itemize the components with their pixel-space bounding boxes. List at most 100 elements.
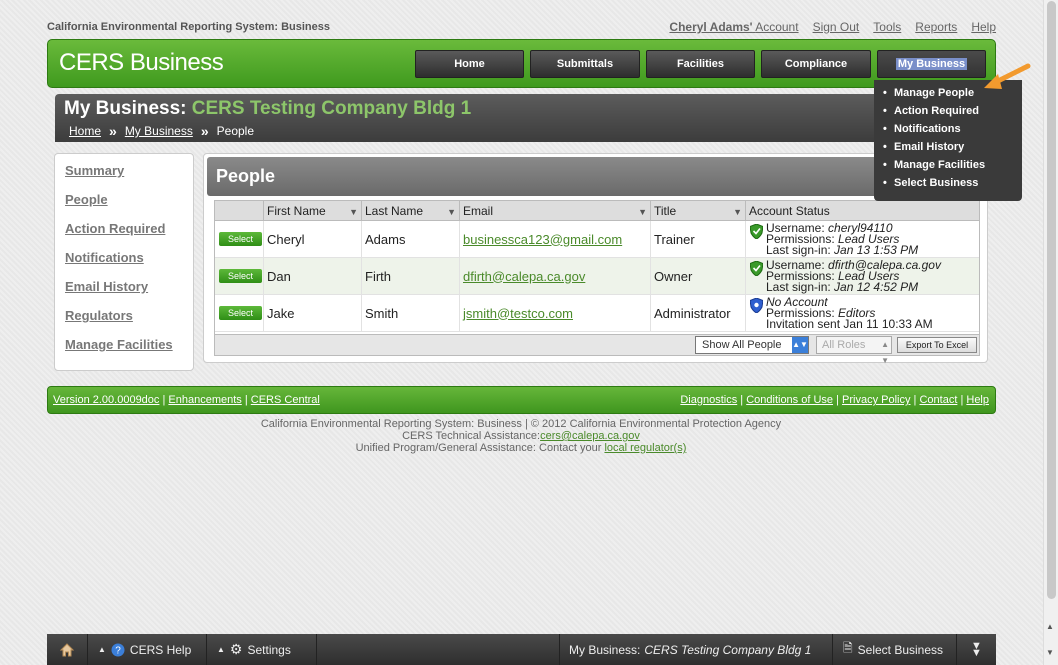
email-link[interactable]: dfirth@calepa.ca.gov bbox=[463, 269, 585, 284]
table-row: Select Jake Smith jsmith@testco.com Admi… bbox=[215, 295, 979, 332]
filter-icon[interactable]: ▼ bbox=[733, 202, 742, 222]
nav-home[interactable]: Home bbox=[415, 50, 524, 78]
select-button[interactable]: Select bbox=[219, 269, 262, 283]
sidebar-item-people[interactable]: People bbox=[65, 192, 193, 221]
cers-help-button[interactable]: ▲ ? CERS Help bbox=[88, 634, 207, 665]
status-label: Last sign-in: bbox=[766, 242, 831, 257]
status-label: Last sign-in: bbox=[766, 279, 831, 294]
nav-my-business[interactable]: My Business bbox=[877, 50, 986, 78]
nav-compliance[interactable]: Compliance bbox=[761, 50, 871, 78]
col-header-email[interactable]: Email ▼ bbox=[460, 201, 651, 220]
tech-assistance-line: CERS Technical Assistance:cers@calepa.ca… bbox=[0, 430, 1042, 442]
status-label: Invitation sent bbox=[766, 316, 841, 331]
col-header-first-name[interactable]: First Name ▼ bbox=[264, 201, 362, 220]
grid-footer: Show All People ▲▼ All Roles ▲ ▼ Export To … bbox=[215, 334, 979, 365]
tech-assistance-email-link[interactable]: cers@calepa.ca.gov bbox=[540, 430, 640, 442]
col-header-title[interactable]: Title ▼ bbox=[651, 201, 746, 220]
conditions-of-use-link[interactable]: Conditions of Use bbox=[746, 394, 833, 406]
select-cell: Select bbox=[215, 221, 264, 257]
email-link[interactable]: businessca123@gmail.com bbox=[463, 232, 622, 247]
select-business-button[interactable]: 🗎 Select Business bbox=[832, 634, 957, 665]
top-links: Cheryl Adams' Account Sign Out Tools Rep… bbox=[669, 20, 996, 34]
scroll-up-icon[interactable]: ▲ bbox=[1046, 622, 1054, 631]
email-cell: jsmith@testco.com bbox=[460, 295, 651, 331]
sign-out-link[interactable]: Sign Out bbox=[813, 20, 860, 34]
show-all-label: Show All People bbox=[702, 339, 782, 351]
shield-blue-icon bbox=[750, 298, 763, 313]
menu-action-required[interactable]: Action Required bbox=[882, 102, 1022, 120]
current-business-display: My Business: CERS Testing Company Bldg 1 bbox=[559, 634, 820, 665]
my-business-dropdown: Manage People Action Required Notificati… bbox=[874, 80, 1022, 201]
select-button[interactable]: Select bbox=[219, 232, 262, 246]
scroll-thumb[interactable] bbox=[1047, 1, 1056, 599]
sidebar-item-regulators[interactable]: Regulators bbox=[65, 308, 193, 337]
sidebar-item-manage-facilities[interactable]: Manage Facilities bbox=[65, 337, 193, 366]
collapse-toolbar-button[interactable]: ▼ ▼ bbox=[957, 634, 996, 665]
email-link[interactable]: jsmith@testco.com bbox=[463, 306, 573, 321]
copyright-block: California Environmental Reporting Syste… bbox=[0, 418, 1042, 454]
enhancements-link[interactable]: Enhancements bbox=[168, 394, 241, 406]
filter-icon[interactable]: ▼ bbox=[638, 202, 647, 222]
filter-icon[interactable]: ▼ bbox=[447, 202, 456, 222]
menu-email-history[interactable]: Email History bbox=[882, 138, 1022, 156]
menu-manage-facilities[interactable]: Manage Facilities bbox=[882, 156, 1022, 174]
cers-central-link[interactable]: CERS Central bbox=[251, 394, 320, 406]
table-row: Select Cheryl Adams businessca123@gmail.… bbox=[215, 221, 979, 258]
title-cell: Trainer bbox=[651, 221, 746, 257]
svg-text:?: ? bbox=[115, 645, 121, 656]
local-regulator-link[interactable]: local regulator(s) bbox=[604, 442, 686, 454]
home-button[interactable] bbox=[47, 634, 88, 665]
diagnostics-link[interactable]: Diagnostics bbox=[680, 394, 737, 406]
sidebar-item-summary[interactable]: Summary bbox=[65, 163, 193, 192]
main-header: CERS Business Home Submittals Facilities… bbox=[47, 39, 996, 88]
footer-help-link[interactable]: Help bbox=[966, 394, 989, 406]
contact-link[interactable]: Contact bbox=[919, 394, 957, 406]
tools-link[interactable]: Tools bbox=[873, 20, 901, 34]
sidebar-item-notifications[interactable]: Notifications bbox=[65, 250, 193, 279]
page-title-prefix: My Business: bbox=[64, 98, 187, 119]
cers-help-label: CERS Help bbox=[129, 642, 192, 657]
breadcrumb-separator: » bbox=[109, 123, 117, 139]
account-label: Account bbox=[755, 20, 799, 34]
version-link[interactable]: Version 2.00.0009doc bbox=[53, 394, 159, 406]
chevron-updown-icon: ▲▼ bbox=[881, 340, 889, 365]
tech-assistance-label: CERS Technical Assistance: bbox=[402, 430, 541, 442]
page-title-business: CERS Testing Company Bldg 1 bbox=[191, 98, 472, 119]
sidebar-item-email-history[interactable]: Email History bbox=[65, 279, 193, 308]
select-business-label: Select Business bbox=[857, 642, 944, 657]
breadcrumb-current: People bbox=[216, 124, 255, 138]
select-button[interactable]: Select bbox=[219, 306, 262, 320]
show-all-people-select[interactable]: Show All People ▲▼ bbox=[695, 336, 809, 354]
status-line-signin: Last sign-in: Jan 12 4:52 PM bbox=[766, 279, 918, 294]
col-header-last-name[interactable]: Last Name ▼ bbox=[362, 201, 460, 220]
menu-select-business[interactable]: Select Business bbox=[882, 174, 1022, 192]
filter-icon[interactable]: ▼ bbox=[349, 202, 358, 222]
nav-facilities[interactable]: Facilities bbox=[646, 50, 755, 78]
account-status-cell: Username: dfirth@calepa.ca.gov Permissio… bbox=[746, 258, 979, 294]
chevron-updown-icon: ▲▼ bbox=[792, 337, 808, 353]
status-line-invitation: Invitation sent Jan 11 10:33 AM bbox=[766, 316, 933, 331]
help-link[interactable]: Help bbox=[971, 20, 996, 34]
nav-submittals[interactable]: Submittals bbox=[530, 50, 640, 78]
breadcrumb-home[interactable]: Home bbox=[69, 124, 101, 138]
col-header-account-status[interactable]: Account Status bbox=[746, 201, 979, 220]
account-link[interactable]: Cheryl Adams' Account bbox=[669, 20, 798, 34]
first-name-cell: Cheryl bbox=[264, 221, 362, 257]
nav-my-business-label: My Business bbox=[895, 58, 968, 70]
col-header-first-name-label: First Name bbox=[267, 204, 326, 218]
bottom-toolbar: ▲ ? CERS Help ▲ ⚙ Settings My Business: C… bbox=[47, 634, 996, 665]
scroll-down-icon[interactable]: ▼ bbox=[1046, 648, 1054, 657]
reports-link[interactable]: Reports bbox=[915, 20, 957, 34]
people-panel: People First Name ▼ Last Name ▼ Email ▼ Tit… bbox=[203, 153, 988, 365]
brand-logo[interactable]: CERS Business bbox=[59, 49, 224, 77]
roles-select[interactable]: All Roles ▲ ▼ bbox=[816, 336, 892, 365]
page-scrollbar[interactable]: ▲ ▼ bbox=[1043, 0, 1058, 665]
roles-label: All Roles bbox=[822, 339, 866, 351]
breadcrumb-my-business[interactable]: My Business bbox=[125, 124, 193, 138]
privacy-policy-link[interactable]: Privacy Policy bbox=[842, 394, 910, 406]
export-to-excel-button[interactable]: Export To Excel bbox=[897, 337, 977, 353]
menu-notifications[interactable]: Notifications bbox=[882, 120, 1022, 138]
sidebar-item-action-required[interactable]: Action Required bbox=[65, 221, 193, 250]
footer-left-links: Version 2.00.0009doc | Enhancements | CE… bbox=[53, 394, 320, 406]
settings-button[interactable]: ▲ ⚙ Settings bbox=[207, 634, 317, 665]
